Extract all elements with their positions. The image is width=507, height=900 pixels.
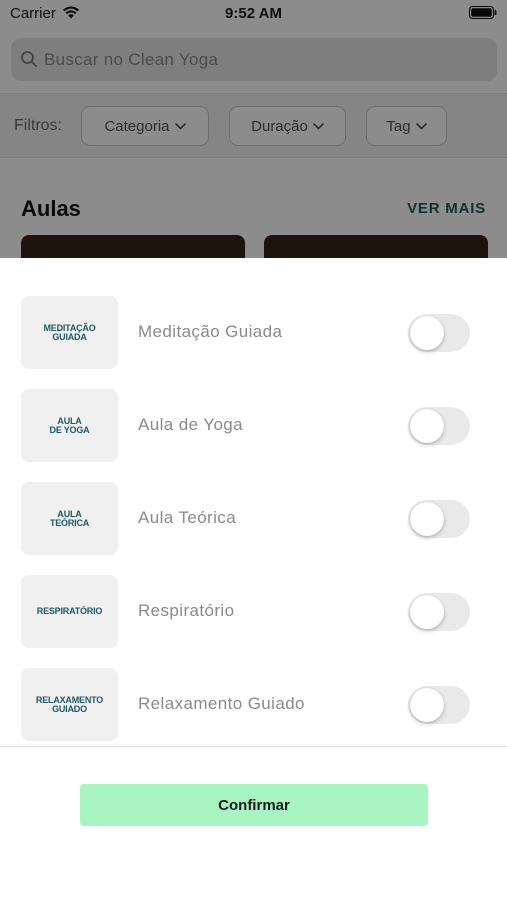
logo-line: DE YOGA <box>49 424 90 435</box>
option-label: Relaxamento Guiado <box>138 694 305 713</box>
option-label: Meditação Guiada <box>138 322 283 341</box>
toggle-knob <box>410 316 444 350</box>
aula-teorica-logo: AULA TEÓRICA <box>21 482 118 555</box>
toggle-knob <box>410 409 444 443</box>
dim-overlay[interactable] <box>0 0 507 258</box>
toggle-switch[interactable] <box>408 314 470 352</box>
respiratorio-logo: RESPIRATÓRIO <box>21 575 118 648</box>
option-row-aula-teorica: AULA TEÓRICA Aula Teórica <box>0 482 507 575</box>
logo-line: TEÓRICA <box>49 517 90 528</box>
confirm-button[interactable]: Confirmar <box>80 784 428 826</box>
toggle-knob <box>410 595 444 629</box>
divider <box>0 746 507 747</box>
option-label: Aula Teórica <box>138 508 237 527</box>
toggle-switch[interactable] <box>408 500 470 538</box>
option-label: Respiratório <box>138 601 235 620</box>
relaxamento-guiado-logo: RELAXAMENTO GUIADO <box>21 668 118 741</box>
option-row-respiratorio: RESPIRATÓRIO Respiratório <box>0 575 507 668</box>
logo-line: GUIADA <box>52 331 87 342</box>
toggle-knob <box>410 688 444 722</box>
toggle-switch[interactable] <box>408 593 470 631</box>
toggle-switch[interactable] <box>408 407 470 445</box>
category-filter-sheet: MEDITAÇÃO GUIADA Meditação Guiada AULA D… <box>0 258 507 900</box>
aula-de-yoga-logo: AULA DE YOGA <box>21 389 118 462</box>
option-row-aula-de-yoga: AULA DE YOGA Aula de Yoga <box>0 389 507 482</box>
option-row-meditacao-guiada: MEDITAÇÃO GUIADA Meditação Guiada <box>0 296 507 389</box>
logo-line: RESPIRATÓRIO <box>36 606 103 616</box>
option-label: Aula de Yoga <box>138 415 244 434</box>
toggle-knob <box>410 502 444 536</box>
logo-line: GUIADO <box>52 703 87 714</box>
meditacao-guiada-logo: MEDITAÇÃO GUIADA <box>21 296 118 369</box>
toggle-switch[interactable] <box>408 686 470 724</box>
option-row-relaxamento-guiado: RELAXAMENTO GUIADO Relaxamento Guiado <box>0 668 507 761</box>
